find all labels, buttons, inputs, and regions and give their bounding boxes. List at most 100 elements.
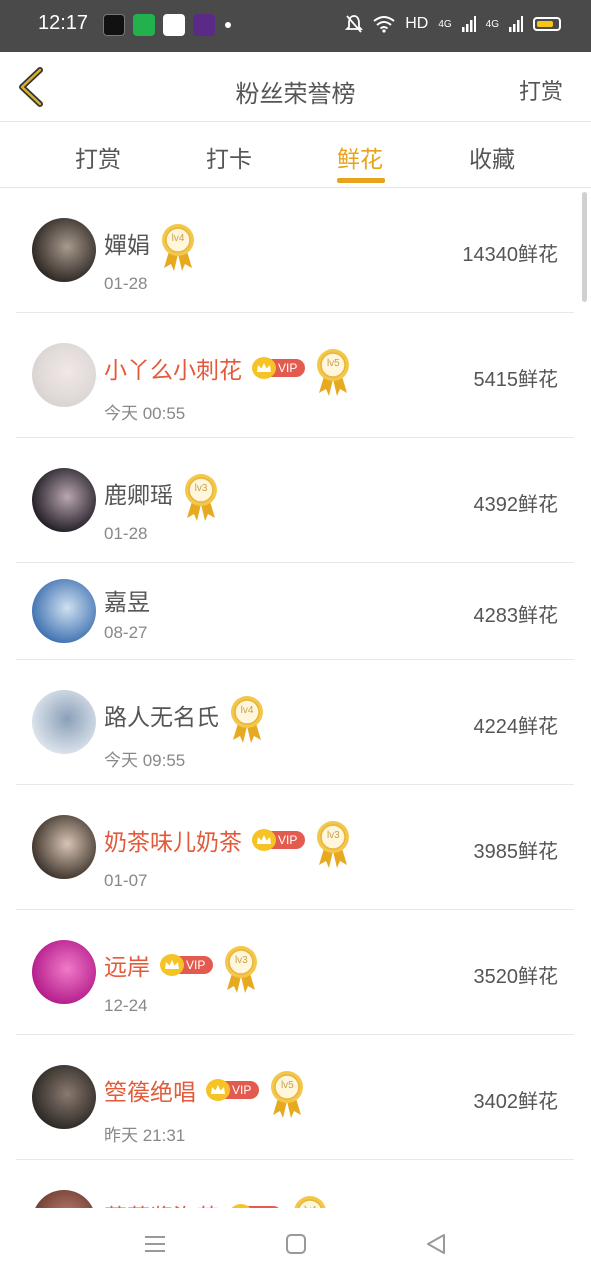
- level-label: lv5: [326, 358, 340, 369]
- user-name[interactable]: 草莓酱泡芙: [104, 1198, 219, 1208]
- signal-bars-icon: [461, 16, 476, 32]
- reward-action-button[interactable]: 打赏: [519, 74, 563, 106]
- vip-badge: VIP: [160, 954, 214, 976]
- tab-reward[interactable]: 打赏: [75, 140, 121, 174]
- user-name[interactable]: 奶茶味儿奶茶: [104, 823, 242, 857]
- home-icon[interactable]: [284, 1232, 308, 1256]
- level-label: lv3: [234, 955, 248, 966]
- page-title: 粉丝荣誉榜: [235, 80, 356, 108]
- level-medal-icon: lv3: [315, 819, 351, 869]
- user-name[interactable]: 嬋娟: [104, 226, 150, 260]
- crown-icon: [252, 829, 276, 851]
- user-avatar[interactable]: [32, 579, 96, 643]
- tab-bar: 打赏 打卡 鲜花 收藏: [0, 122, 591, 188]
- user-avatar[interactable]: [32, 1065, 96, 1129]
- level-label: lv4: [240, 705, 254, 716]
- signal-4g-1: 4G: [438, 18, 452, 30]
- user-name[interactable]: 箜篌绝唱: [104, 1073, 196, 1107]
- last-active-time: 今天 09:55: [104, 751, 186, 770]
- last-active-time: 08-27: [104, 623, 148, 642]
- status-time: 12:17: [38, 12, 89, 34]
- fan-row[interactable]: 箜篌绝唱 VIP lv5 昨天 21:31 3402鲜花: [16, 1035, 574, 1160]
- name-line: 嘉昱: [104, 583, 150, 617]
- last-active-time: 01-07: [104, 871, 148, 890]
- iqiyi-app-icon: [133, 14, 155, 36]
- user-avatar[interactable]: [32, 343, 96, 407]
- name-line: 嬋娟 lv4: [104, 218, 196, 271]
- flower-count: 5415鲜花: [473, 369, 559, 391]
- user-name[interactable]: 嘉昱: [104, 583, 150, 617]
- user-name[interactable]: 远岸: [104, 948, 150, 982]
- fan-row[interactable]: 鹿卿瑶 lv3 01-28 4392鲜花: [16, 438, 574, 563]
- back-triangle-icon[interactable]: [424, 1232, 448, 1256]
- status-indicators: HD 4G 4G: [345, 14, 561, 34]
- user-name[interactable]: 路人无名氏: [104, 698, 219, 732]
- tab-checkin[interactable]: 打卡: [206, 140, 252, 174]
- level-medal-icon: lv4: [292, 1194, 328, 1208]
- douyin-app-icon: [103, 14, 125, 36]
- status-app-icons: [103, 14, 231, 36]
- fan-row[interactable]: 远岸 VIP lv3 12-24 3520鲜花: [16, 910, 574, 1035]
- user-name[interactable]: 鹿卿瑶: [104, 476, 173, 510]
- menu-icon[interactable]: [143, 1232, 167, 1256]
- active-tab-indicator: [337, 178, 385, 183]
- vip-badge: VIP: [206, 1079, 260, 1101]
- tab-favorites[interactable]: 收藏: [469, 140, 515, 174]
- level-medal-icon: lv3: [223, 944, 259, 994]
- flower-count: 4283鲜花: [473, 605, 559, 627]
- user-avatar[interactable]: [32, 218, 96, 282]
- last-active-time: 昨天 21:31: [104, 1126, 186, 1145]
- vip-badge: VIP: [252, 829, 306, 851]
- hd-indicator: HD: [405, 15, 429, 32]
- fan-row[interactable]: 草莓酱泡芙 VIP lv4: [16, 1160, 574, 1208]
- name-line: 箜篌绝唱 VIP lv5: [104, 1065, 305, 1118]
- user-name[interactable]: 小丫么小刺花: [104, 351, 242, 385]
- header: 粉丝荣誉榜 打赏: [0, 52, 591, 122]
- user-avatar[interactable]: [32, 940, 96, 1004]
- level-medal-icon: lv5: [315, 347, 351, 397]
- flower-count: 4224鲜花: [473, 716, 559, 738]
- last-active-time: 12-24: [104, 996, 148, 1015]
- name-line: 远岸 VIP lv3: [104, 940, 259, 993]
- signal-bars-icon-2: [509, 16, 523, 32]
- flower-count: 4392鲜花: [473, 494, 559, 516]
- system-nav-bar: [0, 1208, 591, 1280]
- signal-4g-2: 4G: [485, 18, 499, 30]
- scrollbar[interactable]: [582, 192, 587, 302]
- level-medal-icon: lv5: [269, 1069, 305, 1119]
- level-label: lv3: [326, 830, 340, 841]
- user-avatar[interactable]: [32, 815, 96, 879]
- fan-row[interactable]: 嘉昱 08-27 4283鲜花: [16, 563, 574, 660]
- level-medal-icon: lv4: [229, 694, 265, 744]
- flower-count: 3402鲜花: [473, 1091, 559, 1113]
- fan-row[interactable]: 小丫么小刺花 VIP lv5 今天 00:55 5415鲜花: [16, 313, 574, 438]
- name-line: 小丫么小刺花 VIP lv5: [104, 343, 351, 396]
- name-line: 奶茶味儿奶茶 VIP lv3: [104, 815, 351, 868]
- mute-bell-icon: [345, 15, 364, 33]
- level-medal-icon: lv3: [183, 472, 219, 522]
- name-line: 鹿卿瑶 lv3: [104, 468, 219, 521]
- name-line: 路人无名氏 lv4: [104, 690, 265, 743]
- vip-badge: VIP: [252, 357, 306, 379]
- level-label: lv4: [171, 233, 185, 244]
- fan-row[interactable]: 奶茶味儿奶茶 VIP lv3 01-07 3985鲜花: [16, 785, 574, 910]
- user-avatar[interactable]: [32, 468, 96, 532]
- crown-icon: [206, 1079, 230, 1101]
- name-line: 草莓酱泡芙 VIP lv4: [104, 1190, 328, 1208]
- user-avatar[interactable]: [32, 1190, 96, 1208]
- user-avatar[interactable]: [32, 690, 96, 754]
- level-label: lv3: [194, 483, 208, 494]
- flower-count: 14340鲜花: [462, 244, 558, 266]
- last-active-time: 01-28: [104, 274, 148, 293]
- fan-row[interactable]: 路人无名氏 lv4 今天 09:55 4224鲜花: [16, 660, 574, 785]
- flower-count: 3985鲜花: [473, 841, 559, 863]
- video-app-icon: [163, 14, 185, 36]
- crown-icon: [252, 357, 276, 379]
- tab-flowers[interactable]: 鲜花: [337, 140, 383, 174]
- status-bar: 12:17 HD 4G 4G: [0, 0, 591, 52]
- flower-count: 3520鲜花: [473, 966, 559, 988]
- more-notifications-icon: [225, 22, 231, 28]
- last-active-time: 01-28: [104, 524, 148, 543]
- fan-row[interactable]: 嬋娟 lv4 01-28 14340鲜花: [16, 188, 574, 313]
- last-active-time: 今天 00:55: [104, 404, 186, 423]
